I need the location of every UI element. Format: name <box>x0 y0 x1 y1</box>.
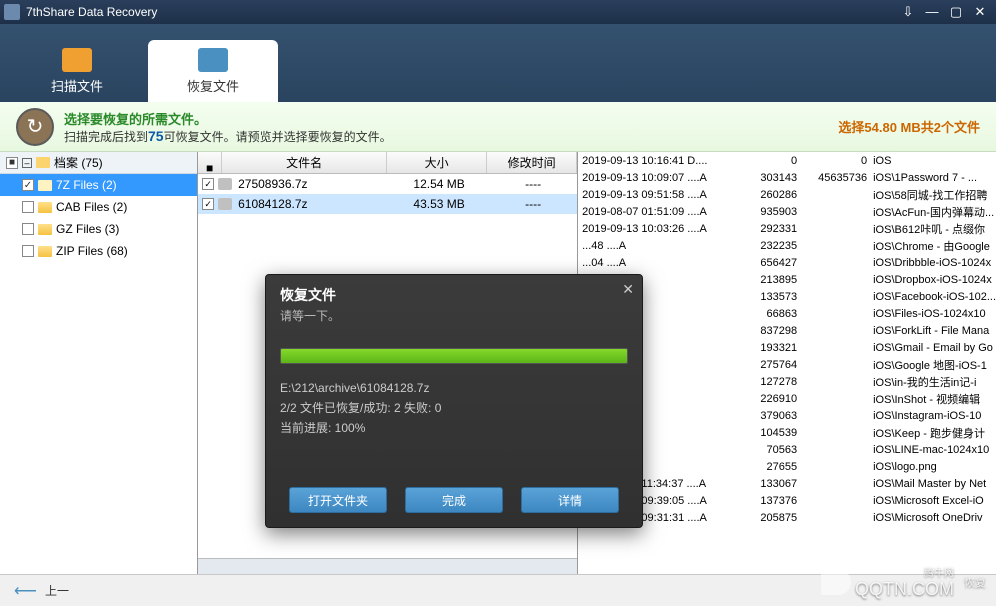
collapse-icon[interactable]: – <box>22 158 32 168</box>
folder-recover-icon <box>198 48 228 72</box>
dialog-subtitle: 请等一下。 <box>266 307 642 334</box>
dialog-info: E:\212\archive\61084128.7z 2/2 文件已恢复/成功:… <box>266 374 642 442</box>
header-size[interactable]: 大小 <box>387 152 487 173</box>
file-size: 12.54 MB <box>389 177 489 191</box>
file-row[interactable]: ✓ 61084128.7z 43.53 MB ---- <box>198 194 577 214</box>
header-checkbox[interactable]: ■ <box>198 152 222 173</box>
tree-item[interactable]: GZ Files (3) <box>0 218 197 240</box>
folder-scan-icon <box>62 48 92 72</box>
back-arrow-icon: ⟵ <box>14 581 37 601</box>
detail-row: ...04 ....A656427iOS\Dribbble-iOS-1024x <box>578 254 996 271</box>
file-row[interactable]: ✓ 27508936.7z 12.54 MB ---- <box>198 174 577 194</box>
download-icon[interactable]: ⇩ <box>896 4 920 20</box>
tree-item-label: CAB Files (2) <box>56 200 127 214</box>
dialog-buttons: 打开文件夹 完成 详情 <box>266 487 642 513</box>
checkbox-icon[interactable] <box>22 201 34 213</box>
app-icon <box>4 4 20 20</box>
checkbox-icon[interactable] <box>22 245 34 257</box>
tree-item-label: 7Z Files (2) <box>56 178 117 192</box>
progress-bar <box>280 348 628 364</box>
disk-icon <box>218 198 232 210</box>
detail-row: ...48 ....A232235iOS\Chrome - 由Google <box>578 237 996 254</box>
category-tree: ■ – 档案 (75) ✓ 7Z Files (2) CAB Files (2) GZ… <box>0 152 198 574</box>
detail-row: 2019-09-13 10:03:26 ....A292331iOS\B612咔… <box>578 220 996 237</box>
file-header: ■ 文件名 大小 修改时间 <box>198 152 577 174</box>
tab-recover-label: 恢复文件 <box>187 76 239 95</box>
info-message: 选择要恢复的所需文件。 扫描完成后找到75可恢复文件。请预览并选择要恢复的文件。 <box>64 109 392 145</box>
disk-icon <box>218 178 232 190</box>
toolbar: 扫描文件 恢复文件 <box>0 24 996 102</box>
done-button[interactable]: 完成 <box>405 487 503 513</box>
dialog-progress-label: 当前进展: 100% <box>280 418 628 438</box>
file-date: ---- <box>493 177 573 191</box>
tree-root[interactable]: ■ – 档案 (75) <box>0 152 197 174</box>
dialog-path: E:\212\archive\61084128.7z <box>280 378 628 398</box>
app-title: 7thShare Data Recovery <box>26 5 157 19</box>
progress-fill <box>281 349 627 363</box>
dialog-close-icon[interactable]: ✕ <box>622 281 634 298</box>
back-label: 上一 <box>45 582 69 599</box>
detail-row: 2019-09-13 09:51:58 ....A260286iOS\58同城-… <box>578 186 996 203</box>
archive-icon <box>38 180 52 191</box>
file-name: 27508936.7z <box>236 177 385 191</box>
window-controls: ⇩ — ▢ ✕ <box>896 4 992 20</box>
title-bar: 7thShare Data Recovery ⇩ — ▢ ✕ <box>0 0 996 24</box>
file-size: 43.53 MB <box>389 197 489 211</box>
dialog-status: 2/2 文件已恢复/成功: 2 失败: 0 <box>280 398 628 418</box>
file-name: 61084128.7z <box>236 197 385 211</box>
header-name[interactable]: 文件名 <box>222 152 387 173</box>
archive-icon <box>38 246 52 257</box>
header-date[interactable]: 修改时间 <box>487 152 577 173</box>
close-icon[interactable]: ✕ <box>968 4 992 20</box>
tab-recover[interactable]: 恢复文件 <box>148 40 278 102</box>
detail-row: 2019-08-07 01:51:09 ....A935903iOS\AcFun… <box>578 203 996 220</box>
folder-icon <box>36 157 50 168</box>
back-button[interactable]: ⟵ 上一 <box>14 581 69 601</box>
archive-icon <box>38 224 52 235</box>
tree-item[interactable]: ZIP Files (68) <box>0 240 197 262</box>
checkbox-icon[interactable]: ■ <box>6 157 18 169</box>
tab-scan-label: 扫描文件 <box>51 76 103 95</box>
detail-row: 2019-09-13 10:09:07 ....A30314345635736i… <box>578 169 996 186</box>
tree-item[interactable]: CAB Files (2) <box>0 196 197 218</box>
tab-scan[interactable]: 扫描文件 <box>12 40 142 102</box>
file-date: ---- <box>493 197 573 211</box>
horizontal-scrollbar[interactable] <box>198 558 577 574</box>
detail-row: 2019-09-13 10:16:41 D....00iOS <box>578 152 996 169</box>
tree-item-label: ZIP Files (68) <box>56 244 128 258</box>
checkbox-icon[interactable]: ✓ <box>22 179 34 191</box>
tree-item[interactable]: ✓ 7Z Files (2) <box>0 174 197 196</box>
archive-icon <box>38 202 52 213</box>
open-folder-button[interactable]: 打开文件夹 <box>289 487 387 513</box>
tree-item-label: GZ Files (3) <box>56 222 119 236</box>
tree-root-label: 档案 (75) <box>54 154 103 171</box>
watermark: 腾牛网 QQTN.COM 恢复 <box>821 564 986 600</box>
detail-button[interactable]: 详情 <box>521 487 619 513</box>
checkbox-icon[interactable]: ✓ <box>202 178 214 190</box>
info-line1: 选择要恢复的所需文件。 <box>64 109 392 128</box>
checkbox-icon[interactable] <box>22 223 34 235</box>
maximize-icon[interactable]: ▢ <box>944 4 968 20</box>
minimize-icon[interactable]: — <box>920 4 944 20</box>
watermark-logo-icon <box>821 569 851 595</box>
scan-complete-icon <box>16 108 54 146</box>
info-line2: 扫描完成后找到75可恢复文件。请预览并选择要恢复的文件。 <box>64 128 392 145</box>
checkbox-icon[interactable]: ✓ <box>202 198 214 210</box>
info-bar: 选择要恢复的所需文件。 扫描完成后找到75可恢复文件。请预览并选择要恢复的文件。… <box>0 102 996 152</box>
selection-summary: 选择54.80 MB共2个文件 <box>838 117 980 136</box>
dialog-title: 恢复文件 <box>266 275 642 307</box>
recover-dialog: ✕ 恢复文件 请等一下。 E:\212\archive\61084128.7z … <box>265 274 643 528</box>
